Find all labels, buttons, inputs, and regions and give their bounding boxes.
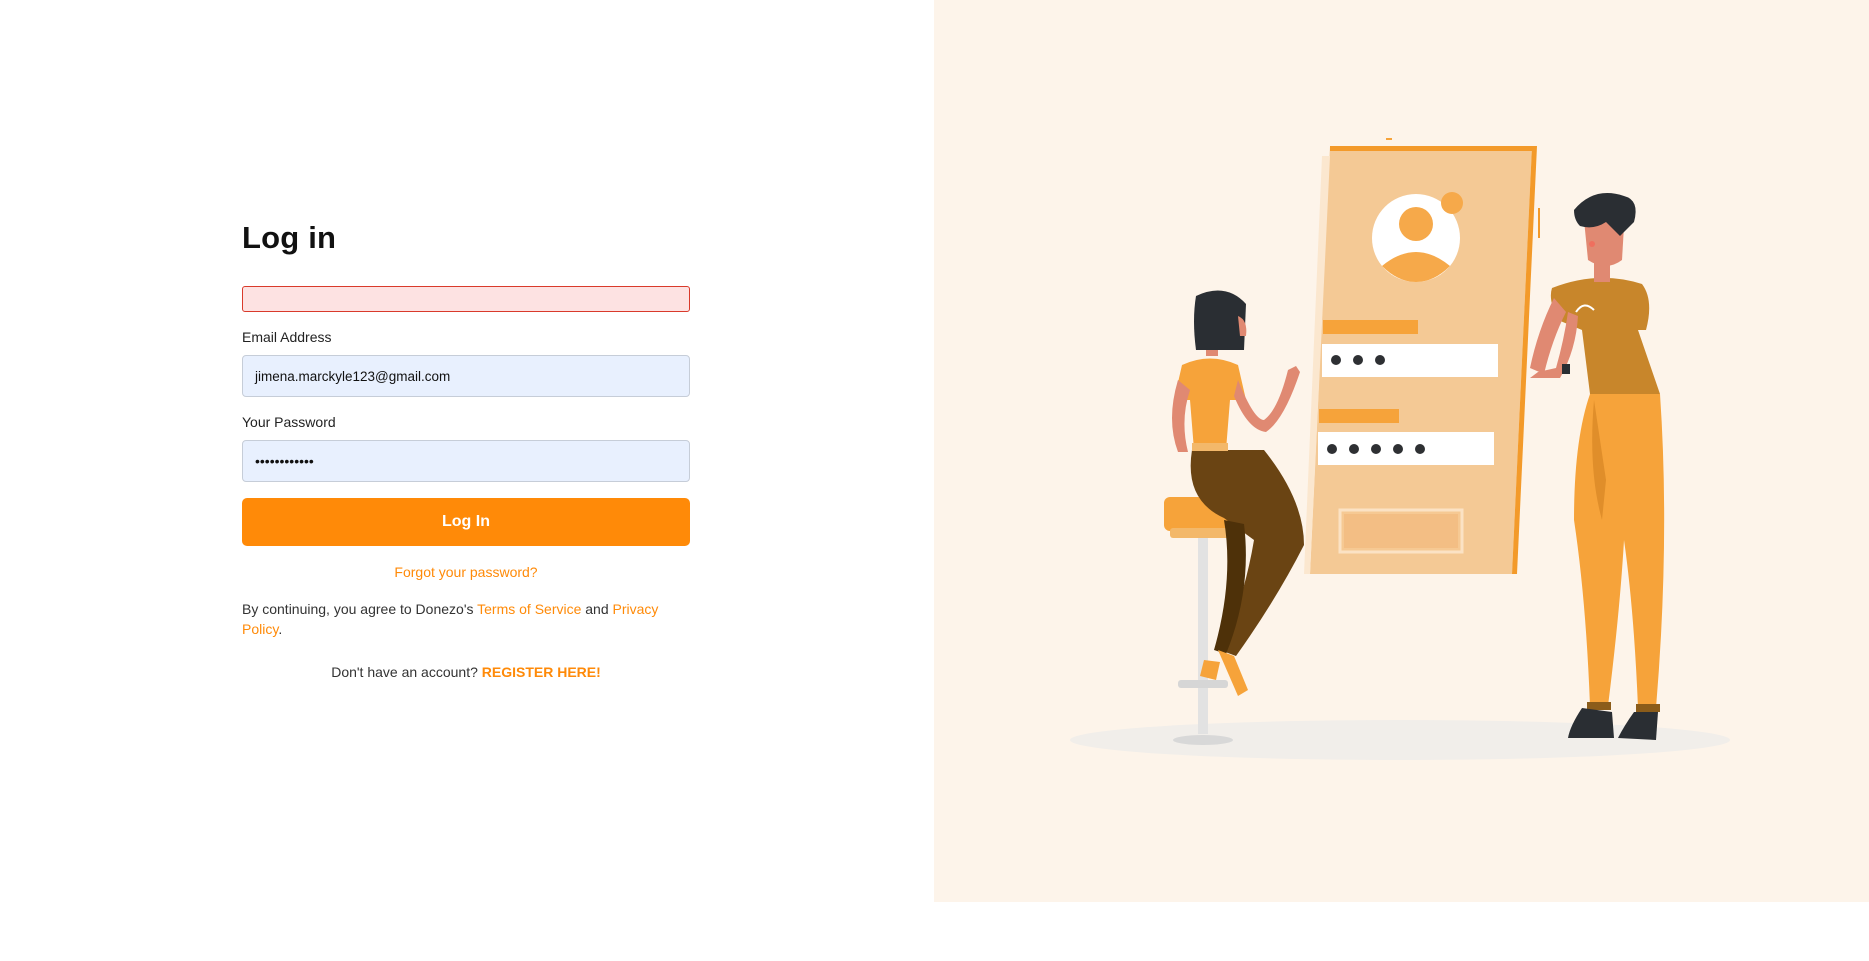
email-label: Email Address	[242, 329, 332, 345]
login-form: Log in Email Address jimena.marckyle123@…	[242, 218, 690, 680]
terms-prefix: By continuing, you agree to Donezo's	[242, 601, 478, 617]
page-title: Log in	[242, 220, 337, 255]
password-field[interactable]: ••••••••••••	[242, 440, 690, 482]
error-message-box	[242, 286, 690, 312]
terms-text: By continuing, you agree to Donezo's Ter…	[242, 599, 690, 639]
password-label: Your Password	[242, 414, 336, 430]
email-field[interactable]: jimena.marckyle123@gmail.com	[242, 355, 690, 397]
terms-suffix: .	[278, 621, 283, 637]
login-pane: Log in Email Address jimena.marckyle123@…	[0, 0, 934, 961]
password-dots-icon	[1331, 355, 1385, 365]
terms-of-service-link[interactable]: Terms of Service	[477, 601, 581, 617]
woman-figure	[1172, 290, 1304, 696]
forgot-password-link[interactable]: Forgot your password?	[394, 564, 537, 580]
register-row: Don't have an account? REGISTER HERE!	[242, 664, 690, 680]
phone-panel	[1304, 138, 1540, 574]
register-prompt: Don't have an account?	[331, 664, 482, 680]
password-value: ••••••••••••	[255, 453, 314, 469]
man-figure	[1530, 193, 1665, 740]
terms-and: and	[581, 601, 613, 617]
illustration-pane	[934, 0, 1869, 902]
login-button[interactable]: Log In	[242, 498, 690, 546]
email-value: jimena.marckyle123@gmail.com	[255, 368, 451, 384]
forgot-password-row: Forgot your password?	[242, 563, 690, 581]
register-link[interactable]: REGISTER HERE!	[482, 664, 601, 680]
login-illustration	[1070, 138, 1730, 760]
